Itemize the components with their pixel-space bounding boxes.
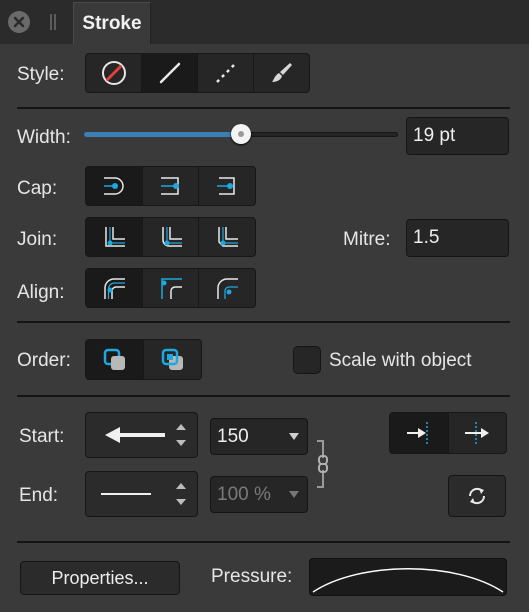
arrow-position-control bbox=[389, 412, 507, 454]
join-bevel-button[interactable] bbox=[198, 218, 255, 256]
width-slider[interactable] bbox=[84, 122, 398, 146]
properties-button[interactable]: Properties... bbox=[20, 561, 180, 595]
arrow-left-icon bbox=[105, 427, 165, 443]
bevel-join-icon bbox=[218, 227, 239, 247]
align-outside-icon bbox=[217, 278, 239, 299]
link-sizes-icon[interactable] bbox=[313, 440, 335, 488]
join-round-button[interactable] bbox=[141, 218, 199, 256]
end-size-value: 100 % bbox=[217, 483, 271, 505]
order-label: Order: bbox=[17, 350, 71, 371]
cap-butt-button[interactable] bbox=[86, 167, 142, 205]
brush-icon bbox=[271, 63, 292, 82]
pressure-graph[interactable] bbox=[309, 558, 507, 596]
slider-fill bbox=[84, 132, 241, 137]
join-label: Join: bbox=[17, 229, 58, 250]
stepper-icon bbox=[176, 424, 186, 446]
tab-stroke[interactable]: Stroke bbox=[73, 2, 151, 44]
arrow-outside-end-button[interactable] bbox=[390, 413, 448, 453]
scale-with-object-label: Scale with object bbox=[329, 350, 472, 371]
start-size-select[interactable]: 150 bbox=[210, 418, 308, 455]
drag-grip-icon[interactable] bbox=[50, 14, 56, 30]
end-arrowhead-select[interactable] bbox=[85, 471, 198, 517]
round-join-icon bbox=[161, 227, 182, 247]
cap-label: Cap: bbox=[17, 178, 58, 199]
width-label: Width: bbox=[17, 127, 71, 148]
stepper-icon bbox=[176, 483, 186, 505]
style-none-button[interactable] bbox=[86, 54, 141, 92]
separator bbox=[17, 321, 510, 323]
start-arrowhead-select[interactable] bbox=[85, 412, 198, 458]
style-label: Style: bbox=[17, 64, 65, 85]
align-label: Align: bbox=[17, 282, 65, 303]
join-miter-button[interactable] bbox=[86, 218, 142, 256]
arrow-outside-end-icon bbox=[406, 422, 428, 444]
cap-segmented-control bbox=[85, 166, 256, 206]
chevron-down-icon bbox=[289, 490, 299, 498]
order-segmented-control bbox=[85, 339, 202, 380]
align-inside-icon bbox=[160, 278, 182, 299]
cap-square-button[interactable] bbox=[198, 167, 255, 205]
arrow-inside-end-icon bbox=[465, 422, 490, 444]
align-center-icon bbox=[104, 278, 125, 299]
panel-tab-bar: Stroke bbox=[0, 0, 529, 44]
align-outside-button[interactable] bbox=[198, 269, 255, 307]
round-cap-icon bbox=[160, 177, 179, 195]
miter-join-icon bbox=[105, 227, 125, 247]
pressure-curve bbox=[312, 568, 504, 593]
align-segmented-control bbox=[85, 268, 256, 308]
mitre-label: Mitre: bbox=[343, 229, 391, 250]
swap-arrows-icon bbox=[468, 487, 486, 505]
order-front-button[interactable] bbox=[143, 340, 201, 379]
cap-round-button[interactable] bbox=[141, 167, 199, 205]
style-solid-button[interactable] bbox=[141, 54, 197, 92]
start-size-value: 150 bbox=[217, 425, 249, 447]
separator bbox=[17, 541, 510, 543]
arrow-inside-end-button[interactable] bbox=[447, 413, 507, 453]
stroke-behind-fill-icon bbox=[103, 348, 125, 370]
end-label: End: bbox=[19, 485, 59, 506]
separator bbox=[17, 395, 510, 397]
pressure-label: Pressure: bbox=[211, 566, 293, 587]
style-dashed-button[interactable] bbox=[197, 54, 253, 92]
align-center-button[interactable] bbox=[86, 269, 142, 307]
align-inside-button[interactable] bbox=[141, 269, 199, 307]
style-brush-button[interactable] bbox=[253, 54, 309, 92]
close-icon[interactable] bbox=[8, 11, 30, 33]
solid-line-icon bbox=[159, 62, 180, 84]
end-size-select[interactable]: 100 % bbox=[210, 476, 308, 513]
order-behind-button[interactable] bbox=[86, 340, 143, 379]
chevron-down-icon bbox=[289, 432, 299, 440]
square-cap-icon bbox=[217, 177, 235, 195]
line-end-none-icon bbox=[101, 493, 151, 495]
slider-knob[interactable] bbox=[231, 124, 251, 144]
separator bbox=[17, 107, 510, 109]
width-field[interactable]: 19 pt bbox=[406, 117, 509, 155]
start-label: Start: bbox=[19, 426, 65, 447]
scale-with-object-checkbox[interactable] bbox=[293, 346, 321, 374]
stroke-in-front-icon bbox=[161, 348, 183, 370]
join-segmented-control bbox=[85, 217, 256, 257]
swap-arrows-button[interactable] bbox=[448, 475, 506, 517]
butt-cap-icon bbox=[103, 177, 124, 195]
mitre-field[interactable]: 1.5 bbox=[406, 219, 509, 257]
no-stroke-icon bbox=[101, 61, 126, 85]
stroke-panel: Stroke Style: Width: 19 pt Cap: Join: Mi… bbox=[0, 0, 529, 612]
dashed-line-icon bbox=[215, 63, 236, 83]
style-segmented-control bbox=[85, 53, 310, 93]
